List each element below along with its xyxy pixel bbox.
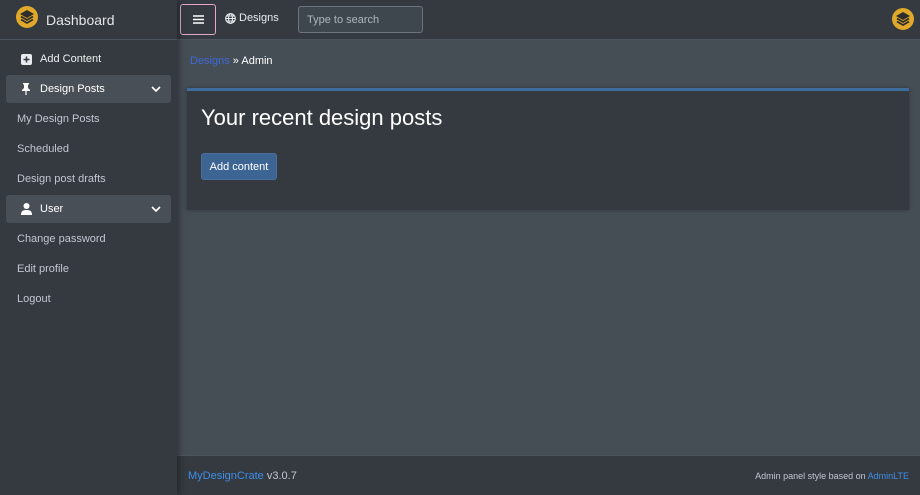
layers-logo-icon <box>16 6 38 33</box>
sidebar: Dashboard Add Content Design Posts My De… <box>0 0 177 495</box>
sidebar-item-label: Logout <box>17 293 51 305</box>
footer-credit: Admin panel style based on AdminLTE <box>755 471 909 481</box>
sidebar-item-user[interactable]: User <box>6 195 171 223</box>
nav-link-label: Designs <box>239 12 279 24</box>
sidebar-item-design-posts[interactable]: Design Posts <box>6 75 171 103</box>
footer-credit-text: Admin panel style based on <box>755 471 868 481</box>
menu-toggle-button[interactable] <box>180 4 216 35</box>
footer-credit-link[interactable]: AdminLTE <box>868 471 909 481</box>
sidebar-item-label: Edit profile <box>17 263 69 275</box>
page-title: Your recent design posts <box>201 105 443 130</box>
recent-posts-card: Your recent design posts Add content <box>187 88 909 210</box>
sidebar-item-change-password[interactable]: Change password <box>6 225 171 253</box>
sidebar-item-add-content[interactable]: Add Content <box>6 45 171 73</box>
footer: MyDesignCrate v3.0.7 Admin panel style b… <box>177 455 920 495</box>
footer-app-link[interactable]: MyDesignCrate <box>188 470 264 482</box>
breadcrumb: Designs » Admin <box>190 55 273 67</box>
globe-icon <box>225 12 236 24</box>
brand-title: Dashboard <box>46 11 115 28</box>
breadcrumb-separator: » <box>229 55 242 67</box>
top-navbar: Designs <box>177 0 920 40</box>
sidebar-item-design-post-drafts[interactable]: Design post drafts <box>6 165 171 193</box>
sidebar-item-scheduled[interactable]: Scheduled <box>6 135 171 163</box>
sidebar-item-label: Add Content <box>40 53 102 65</box>
sidebar-item-label: Scheduled <box>17 143 69 155</box>
sidebar-item-logout[interactable]: Logout <box>6 285 171 313</box>
sidebar-item-label: Design Posts <box>40 83 105 95</box>
search-input[interactable] <box>298 6 423 33</box>
plus-square-icon <box>20 53 32 65</box>
sidebar-nav: Add Content Design Posts My Design Posts… <box>0 40 177 313</box>
footer-version: MyDesignCrate v3.0.7 <box>188 470 297 482</box>
brand[interactable]: Dashboard <box>0 0 177 40</box>
nav-link-designs[interactable]: Designs <box>225 12 279 24</box>
sidebar-item-label: Change password <box>17 233 106 245</box>
pin-icon <box>20 83 32 95</box>
layers-logo-icon[interactable] <box>892 8 914 35</box>
breadcrumb-current: Admin <box>241 55 273 67</box>
breadcrumb-link[interactable]: Designs <box>190 55 230 67</box>
sidebar-item-label: My Design Posts <box>17 113 100 125</box>
chevron-down-icon <box>151 204 161 216</box>
add-content-button[interactable]: Add content <box>201 153 277 180</box>
main-content: Designs » Admin Your recent design posts… <box>177 40 920 455</box>
footer-version-text: v3.0.7 <box>263 470 297 482</box>
sidebar-item-label: User <box>40 203 64 215</box>
sidebar-item-label: Design post drafts <box>17 173 106 185</box>
sidebar-item-my-design-posts[interactable]: My Design Posts <box>6 105 171 133</box>
sidebar-item-edit-profile[interactable]: Edit profile <box>6 255 171 283</box>
chevron-down-icon <box>151 84 161 96</box>
user-icon <box>20 203 32 215</box>
hamburger-menu-icon <box>192 11 204 29</box>
